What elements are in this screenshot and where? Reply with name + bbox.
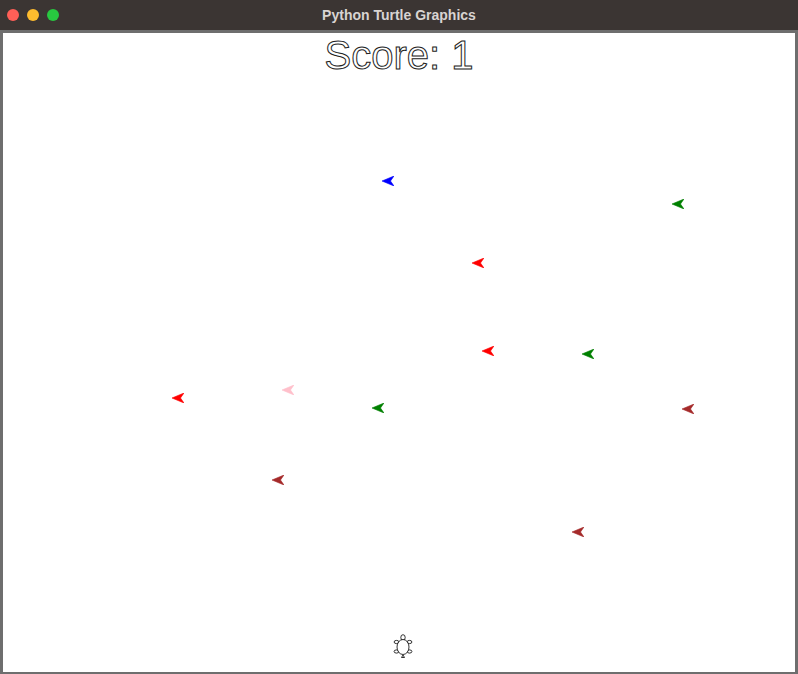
car-icon — [682, 404, 694, 414]
car-icon — [472, 258, 484, 268]
game-canvas: Score: 1 — [0, 30, 798, 674]
zoom-button[interactable] — [47, 9, 59, 21]
close-button[interactable] — [7, 9, 19, 21]
car-icon — [382, 176, 394, 186]
car-icon — [272, 475, 284, 485]
car-icon — [482, 346, 494, 356]
car-icon — [582, 349, 594, 359]
car-icon — [282, 385, 294, 395]
window-title: Python Turtle Graphics — [322, 5, 476, 26]
car-icon — [672, 199, 684, 209]
car-icon — [572, 527, 584, 537]
score-label: Score: 1 — [325, 31, 474, 77]
car-icon — [172, 393, 184, 403]
title-bar: Python Turtle Graphics — [0, 0, 798, 30]
car-icon — [372, 403, 384, 413]
player-turtle-icon[interactable] — [392, 634, 414, 658]
minimize-button[interactable] — [27, 9, 39, 21]
